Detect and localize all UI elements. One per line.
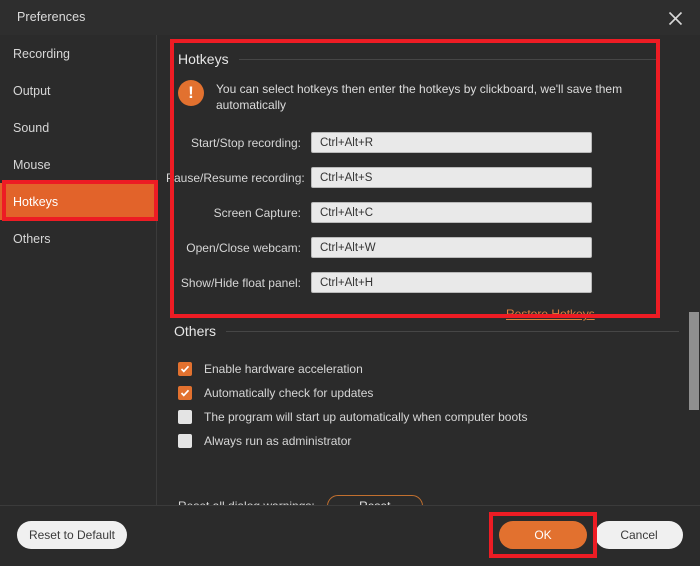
checkbox-checked-icon[interactable] bbox=[178, 386, 192, 400]
hotkey-row-screen-capture: Screen Capture: bbox=[166, 202, 592, 223]
section-divider bbox=[239, 59, 658, 60]
settings-content: Hotkeys ! You can select hotkeys then en… bbox=[158, 35, 700, 505]
checkbox-label: Automatically check for updates bbox=[204, 386, 373, 400]
sidebar-item-label: Sound bbox=[13, 121, 49, 135]
sidebar-item-sound[interactable]: Sound bbox=[0, 109, 157, 146]
hotkey-row-show-hide-float-panel: Show/Hide float panel: bbox=[166, 272, 592, 293]
cancel-button[interactable]: Cancel bbox=[595, 521, 683, 549]
checkbox-row-automatically-check-for-updates[interactable]: Automatically check for updates bbox=[178, 386, 373, 400]
checkbox-label: The program will start up automatically … bbox=[204, 410, 527, 424]
checkbox-row-always-run-as-administrator[interactable]: Always run as administrator bbox=[178, 434, 351, 448]
sidebar-item-label: Others bbox=[13, 232, 51, 246]
warning-exclamation-icon: ! bbox=[178, 80, 204, 106]
hotkey-row-open-close-webcam: Open/Close webcam: bbox=[166, 237, 592, 258]
hotkey-input-open-close-webcam[interactable] bbox=[311, 237, 592, 258]
sidebar: Recording Output Sound Mouse Hotkeys Oth… bbox=[0, 35, 157, 505]
checkbox-label: Enable hardware acceleration bbox=[204, 362, 363, 376]
others-section-header: Others bbox=[174, 323, 679, 339]
sidebar-item-hotkeys[interactable]: Hotkeys bbox=[0, 183, 157, 220]
hotkey-input-pause-resume-recording[interactable] bbox=[311, 167, 592, 188]
checkbox-unchecked-icon[interactable] bbox=[178, 410, 192, 424]
title-bar: Preferences bbox=[0, 0, 700, 35]
hotkey-label: Open/Close webcam: bbox=[166, 241, 311, 255]
hotkey-input-start-stop-recording[interactable] bbox=[311, 132, 592, 153]
content-scrollbar-thumb[interactable] bbox=[689, 312, 699, 410]
sidebar-item-recording[interactable]: Recording bbox=[0, 35, 157, 72]
sidebar-item-label: Hotkeys bbox=[13, 195, 58, 209]
hotkey-row-pause-resume-recording: Pause/Resume recording: bbox=[166, 167, 592, 188]
window-title: Preferences bbox=[17, 10, 86, 24]
checkbox-unchecked-icon[interactable] bbox=[178, 434, 192, 448]
hotkeys-section-title: Hotkeys bbox=[178, 51, 239, 67]
hotkey-row-start-stop-recording: Start/Stop recording: bbox=[166, 132, 592, 153]
checkbox-checked-icon[interactable] bbox=[178, 362, 192, 376]
close-icon[interactable] bbox=[658, 5, 692, 31]
checkbox-row-enable-hardware-acceleration[interactable]: Enable hardware acceleration bbox=[178, 362, 363, 376]
checkbox-row-start-up-automatically[interactable]: The program will start up automatically … bbox=[178, 410, 527, 424]
checkbox-label: Always run as administrator bbox=[204, 434, 351, 448]
sidebar-item-label: Recording bbox=[13, 47, 70, 61]
reset-to-default-button[interactable]: Reset to Default bbox=[17, 521, 127, 549]
others-section-title: Others bbox=[174, 323, 226, 339]
hotkeys-section-header: Hotkeys bbox=[178, 51, 658, 67]
sidebar-item-label: Output bbox=[13, 84, 51, 98]
hotkey-input-show-hide-float-panel[interactable] bbox=[311, 272, 592, 293]
hotkeys-notice-text: You can select hotkeys then enter the ho… bbox=[216, 80, 633, 113]
hotkey-input-screen-capture[interactable] bbox=[311, 202, 592, 223]
ok-button[interactable]: OK bbox=[499, 521, 587, 549]
hotkey-label: Start/Stop recording: bbox=[166, 136, 311, 150]
reset-dialog-warnings-button[interactable]: Reset bbox=[327, 495, 423, 505]
content-scrollbar-track[interactable] bbox=[688, 35, 700, 505]
sidebar-item-mouse[interactable]: Mouse bbox=[0, 146, 157, 183]
hotkey-label: Pause/Resume recording: bbox=[166, 171, 311, 185]
preferences-dialog: Preferences Recording Output Sound Mouse… bbox=[0, 0, 700, 566]
hotkeys-notice: ! You can select hotkeys then enter the … bbox=[178, 80, 633, 113]
hotkey-label: Screen Capture: bbox=[166, 206, 311, 220]
sidebar-item-label: Mouse bbox=[13, 158, 51, 172]
sidebar-item-output[interactable]: Output bbox=[0, 72, 157, 109]
hotkey-label: Show/Hide float panel: bbox=[166, 276, 311, 290]
section-divider bbox=[226, 331, 679, 332]
sidebar-item-others[interactable]: Others bbox=[0, 220, 157, 257]
reset-dialog-warnings-row: Reset all dialog warnings: Reset bbox=[178, 495, 423, 505]
restore-hotkeys-link[interactable]: Restore Hotkeys bbox=[506, 307, 595, 321]
